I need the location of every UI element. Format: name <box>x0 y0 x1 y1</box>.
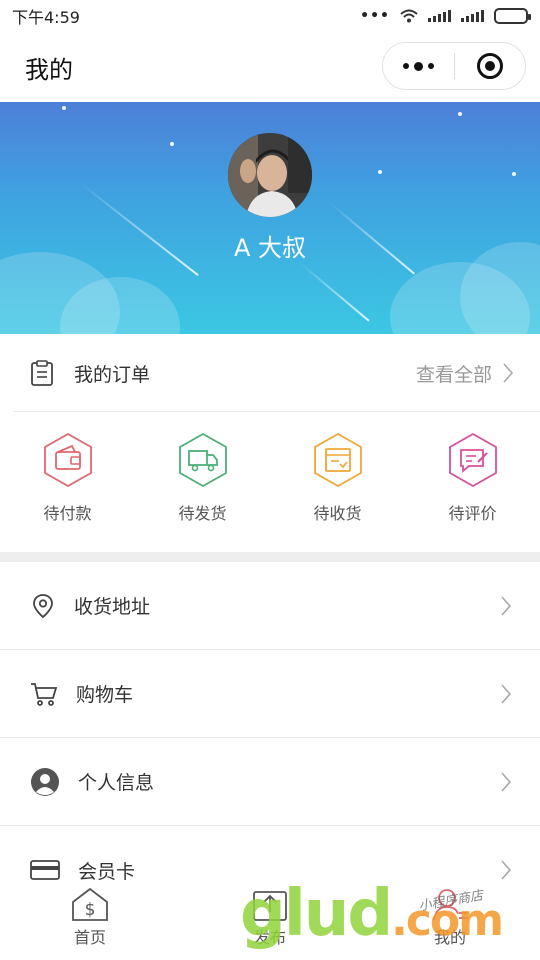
more-dot-icon <box>402 63 409 69</box>
user-circle-icon <box>31 767 59 796</box>
order-status-label: 待付款 <box>43 504 92 523</box>
order-status-label: 待收货 <box>313 504 362 523</box>
section-separator <box>0 552 540 562</box>
chevron-right-icon <box>500 562 512 649</box>
tab-home[interactable]: $ 首页 <box>0 880 180 960</box>
page-title: 我的 <box>25 55 73 84</box>
truck-icon <box>178 432 227 488</box>
review-icon <box>448 432 497 488</box>
location-pin-icon <box>33 593 53 618</box>
order-status-pending-receipt[interactable]: 待收货 <box>270 412 405 552</box>
battery-icon <box>494 8 531 24</box>
tab-bar: $ 首页 发布 我的 <box>0 880 540 960</box>
menu-item-label: 个人信息 <box>78 772 155 794</box>
chevron-right-icon <box>503 363 514 383</box>
order-status-label: 待发货 <box>178 504 227 523</box>
order-status-pending-payment[interactable]: 待付款 <box>0 412 135 552</box>
status-time: 下午4:59 <box>12 8 80 27</box>
upload-icon <box>253 891 287 921</box>
profile-banner: A 大叔 <box>0 102 540 334</box>
nav-bar: 我的 <box>0 32 540 102</box>
shooting-star <box>299 262 370 322</box>
star-dot <box>458 112 462 116</box>
profile-icon <box>433 889 468 921</box>
signal-icon-2 <box>461 10 484 22</box>
menu-item-label: 收货地址 <box>74 596 151 618</box>
star-dot <box>170 142 174 146</box>
username: A 大叔 <box>233 234 307 262</box>
view-all-orders-link[interactable]: 查看全部 <box>416 334 514 412</box>
avatar-photo <box>228 133 312 217</box>
star-dot <box>512 172 516 176</box>
star-dot <box>62 106 66 110</box>
tab-mine[interactable]: 我的 <box>360 880 540 960</box>
menu-item-cart[interactable]: 购物车 <box>0 650 540 738</box>
close-mini-program-button[interactable] <box>455 43 526 89</box>
my-orders-header[interactable]: 我的订单 查看全部 <box>0 334 540 412</box>
order-status-label: 待评价 <box>448 504 497 523</box>
menu-item-address[interactable]: 收货地址 <box>0 562 540 650</box>
tab-label: 首页 <box>73 928 106 947</box>
tab-label: 我的 <box>433 928 466 947</box>
menu-item-profile-info[interactable]: 个人信息 <box>0 738 540 826</box>
order-status-grid: 待付款 待发货 待收货 待评价 <box>0 412 540 552</box>
wallet-icon <box>43 432 92 488</box>
menu-item-label: 购物车 <box>76 684 134 706</box>
chevron-right-icon <box>500 738 512 825</box>
mini-program-capsule <box>382 42 526 90</box>
signal-icon <box>428 10 451 22</box>
star-dot <box>378 170 382 174</box>
more-dot-icon <box>413 61 423 71</box>
wifi-icon <box>400 9 418 23</box>
card-icon <box>30 860 60 880</box>
notification-dots: ••• <box>360 8 390 24</box>
more-menu-button[interactable] <box>383 43 454 89</box>
target-icon <box>476 53 503 79</box>
order-status-pending-shipment[interactable]: 待发货 <box>135 412 270 552</box>
more-dot-icon <box>427 63 434 69</box>
shopping-cart-icon <box>31 682 58 706</box>
tab-label: 发布 <box>253 928 286 947</box>
order-status-pending-review[interactable]: 待评价 <box>405 412 540 552</box>
tab-publish[interactable]: 发布 <box>180 880 360 960</box>
view-all-label: 查看全部 <box>415 363 492 386</box>
chevron-right-icon <box>500 650 512 737</box>
my-orders-title: 我的订单 <box>74 363 151 386</box>
clipboard-icon <box>31 360 53 386</box>
status-bar: 下午4:59 ••• <box>0 0 540 32</box>
home-icon: $ <box>72 887 108 921</box>
svg-text:$: $ <box>85 900 96 920</box>
package-icon <box>313 432 362 488</box>
status-icons: ••• <box>360 8 531 24</box>
avatar[interactable] <box>228 133 312 217</box>
